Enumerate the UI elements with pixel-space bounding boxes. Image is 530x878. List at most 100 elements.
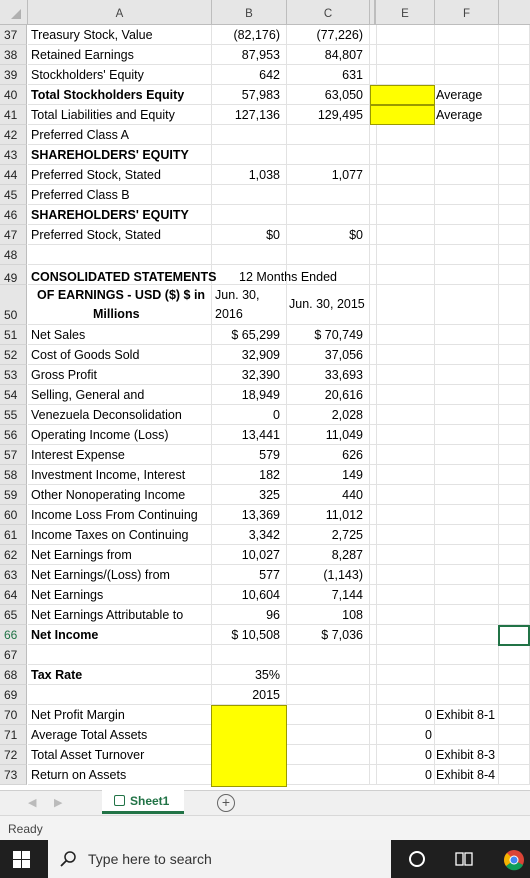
row-number[interactable]: 63 <box>0 565 27 585</box>
row-number[interactable]: 56 <box>0 425 27 445</box>
row-number[interactable]: 65 <box>0 605 27 625</box>
cell[interactable] <box>499 445 530 465</box>
cell[interactable] <box>499 225 530 245</box>
cell[interactable] <box>435 345 499 365</box>
selected-cell[interactable] <box>498 625 530 646</box>
cell[interactable] <box>376 465 435 485</box>
cell[interactable] <box>376 645 435 665</box>
cell[interactable] <box>287 145 370 165</box>
cell[interactable] <box>499 265 530 285</box>
row-number[interactable]: 67 <box>0 645 27 665</box>
cell[interactable] <box>499 525 530 545</box>
cell[interactable] <box>435 445 499 465</box>
cell[interactable] <box>287 765 370 785</box>
row-number[interactable]: 58 <box>0 465 27 485</box>
col-header-c[interactable]: C <box>287 0 370 24</box>
row-number[interactable]: 38 <box>0 45 27 65</box>
spreadsheet-grid[interactable]: 37 Treasury Stock, Value (82,176) (77,226) 3… <box>0 25 530 790</box>
cell[interactable] <box>499 645 530 665</box>
cell[interactable] <box>499 205 530 225</box>
cell[interactable] <box>376 225 435 245</box>
cell[interactable] <box>435 565 499 585</box>
cell[interactable] <box>287 645 370 665</box>
cell[interactable] <box>499 365 530 385</box>
row-number[interactable]: 42 <box>0 125 27 145</box>
cell[interactable] <box>435 665 499 685</box>
cell[interactable] <box>435 225 499 245</box>
cell[interactable] <box>499 85 530 105</box>
cell[interactable] <box>435 325 499 345</box>
cell[interactable] <box>499 545 530 565</box>
cell[interactable] <box>499 405 530 425</box>
cell[interactable] <box>499 345 530 365</box>
cell[interactable] <box>499 585 530 605</box>
cell[interactable] <box>499 165 530 185</box>
cell[interactable] <box>376 65 435 85</box>
cell[interactable] <box>435 265 499 285</box>
row-number[interactable]: 68 <box>0 665 27 685</box>
row-number[interactable]: 55 <box>0 405 27 425</box>
cell[interactable] <box>28 245 212 265</box>
cell[interactable] <box>499 725 530 745</box>
row-number[interactable]: 50 <box>0 285 27 325</box>
row-number[interactable]: 54 <box>0 385 27 405</box>
cell[interactable] <box>435 405 499 425</box>
cell[interactable] <box>376 565 435 585</box>
cell[interactable] <box>499 325 530 345</box>
select-all-corner[interactable] <box>0 0 28 24</box>
cell[interactable] <box>435 485 499 505</box>
cell[interactable] <box>376 545 435 565</box>
sheet-tab-sheet1[interactable]: Sheet1 <box>102 790 184 814</box>
cell[interactable] <box>376 145 435 165</box>
cell[interactable] <box>376 365 435 385</box>
cell[interactable] <box>287 725 370 745</box>
cell[interactable] <box>499 385 530 405</box>
cell[interactable] <box>287 125 370 145</box>
cell[interactable] <box>376 325 435 345</box>
cell[interactable] <box>376 505 435 525</box>
cell[interactable] <box>376 405 435 425</box>
cell[interactable] <box>376 605 435 625</box>
row-number[interactable]: 41 <box>0 105 27 125</box>
col-header-f[interactable]: F <box>435 0 499 24</box>
row-number[interactable]: 69 <box>0 685 27 705</box>
row-number[interactable]: 53 <box>0 365 27 385</box>
cell[interactable] <box>376 585 435 605</box>
cell[interactable] <box>28 645 212 665</box>
row-number[interactable]: 40 <box>0 85 27 105</box>
cell[interactable] <box>435 465 499 485</box>
cell[interactable] <box>376 285 435 325</box>
cell[interactable] <box>435 165 499 185</box>
cell[interactable] <box>435 185 499 205</box>
row-number[interactable]: 62 <box>0 545 27 565</box>
cell[interactable] <box>376 205 435 225</box>
cell[interactable] <box>435 285 499 325</box>
cell[interactable] <box>499 145 530 165</box>
cell[interactable] <box>435 645 499 665</box>
cell[interactable] <box>499 185 530 205</box>
cortana-icon[interactable] <box>409 851 425 867</box>
cell[interactable] <box>435 585 499 605</box>
row-number[interactable]: 45 <box>0 185 27 205</box>
cell[interactable] <box>499 45 530 65</box>
cell[interactable] <box>499 665 530 685</box>
cell[interactable] <box>212 205 287 225</box>
row-number[interactable]: 43 <box>0 145 27 165</box>
cell[interactable] <box>499 125 530 145</box>
cell[interactable] <box>435 525 499 545</box>
cell[interactable] <box>435 65 499 85</box>
cell[interactable] <box>435 145 499 165</box>
cell[interactable] <box>376 425 435 445</box>
row-number[interactable]: 46 <box>0 205 27 225</box>
taskbar-search-box[interactable]: Type here to search <box>48 840 391 878</box>
cell[interactable] <box>376 245 435 265</box>
cell[interactable] <box>435 245 499 265</box>
cell[interactable] <box>435 205 499 225</box>
cell[interactable] <box>287 205 370 225</box>
chrome-icon[interactable] <box>503 849 525 871</box>
row-number[interactable]: 66 <box>0 625 27 645</box>
cell[interactable] <box>499 505 530 525</box>
cell[interactable] <box>435 725 499 745</box>
cell[interactable] <box>28 685 212 705</box>
cell[interactable] <box>435 545 499 565</box>
